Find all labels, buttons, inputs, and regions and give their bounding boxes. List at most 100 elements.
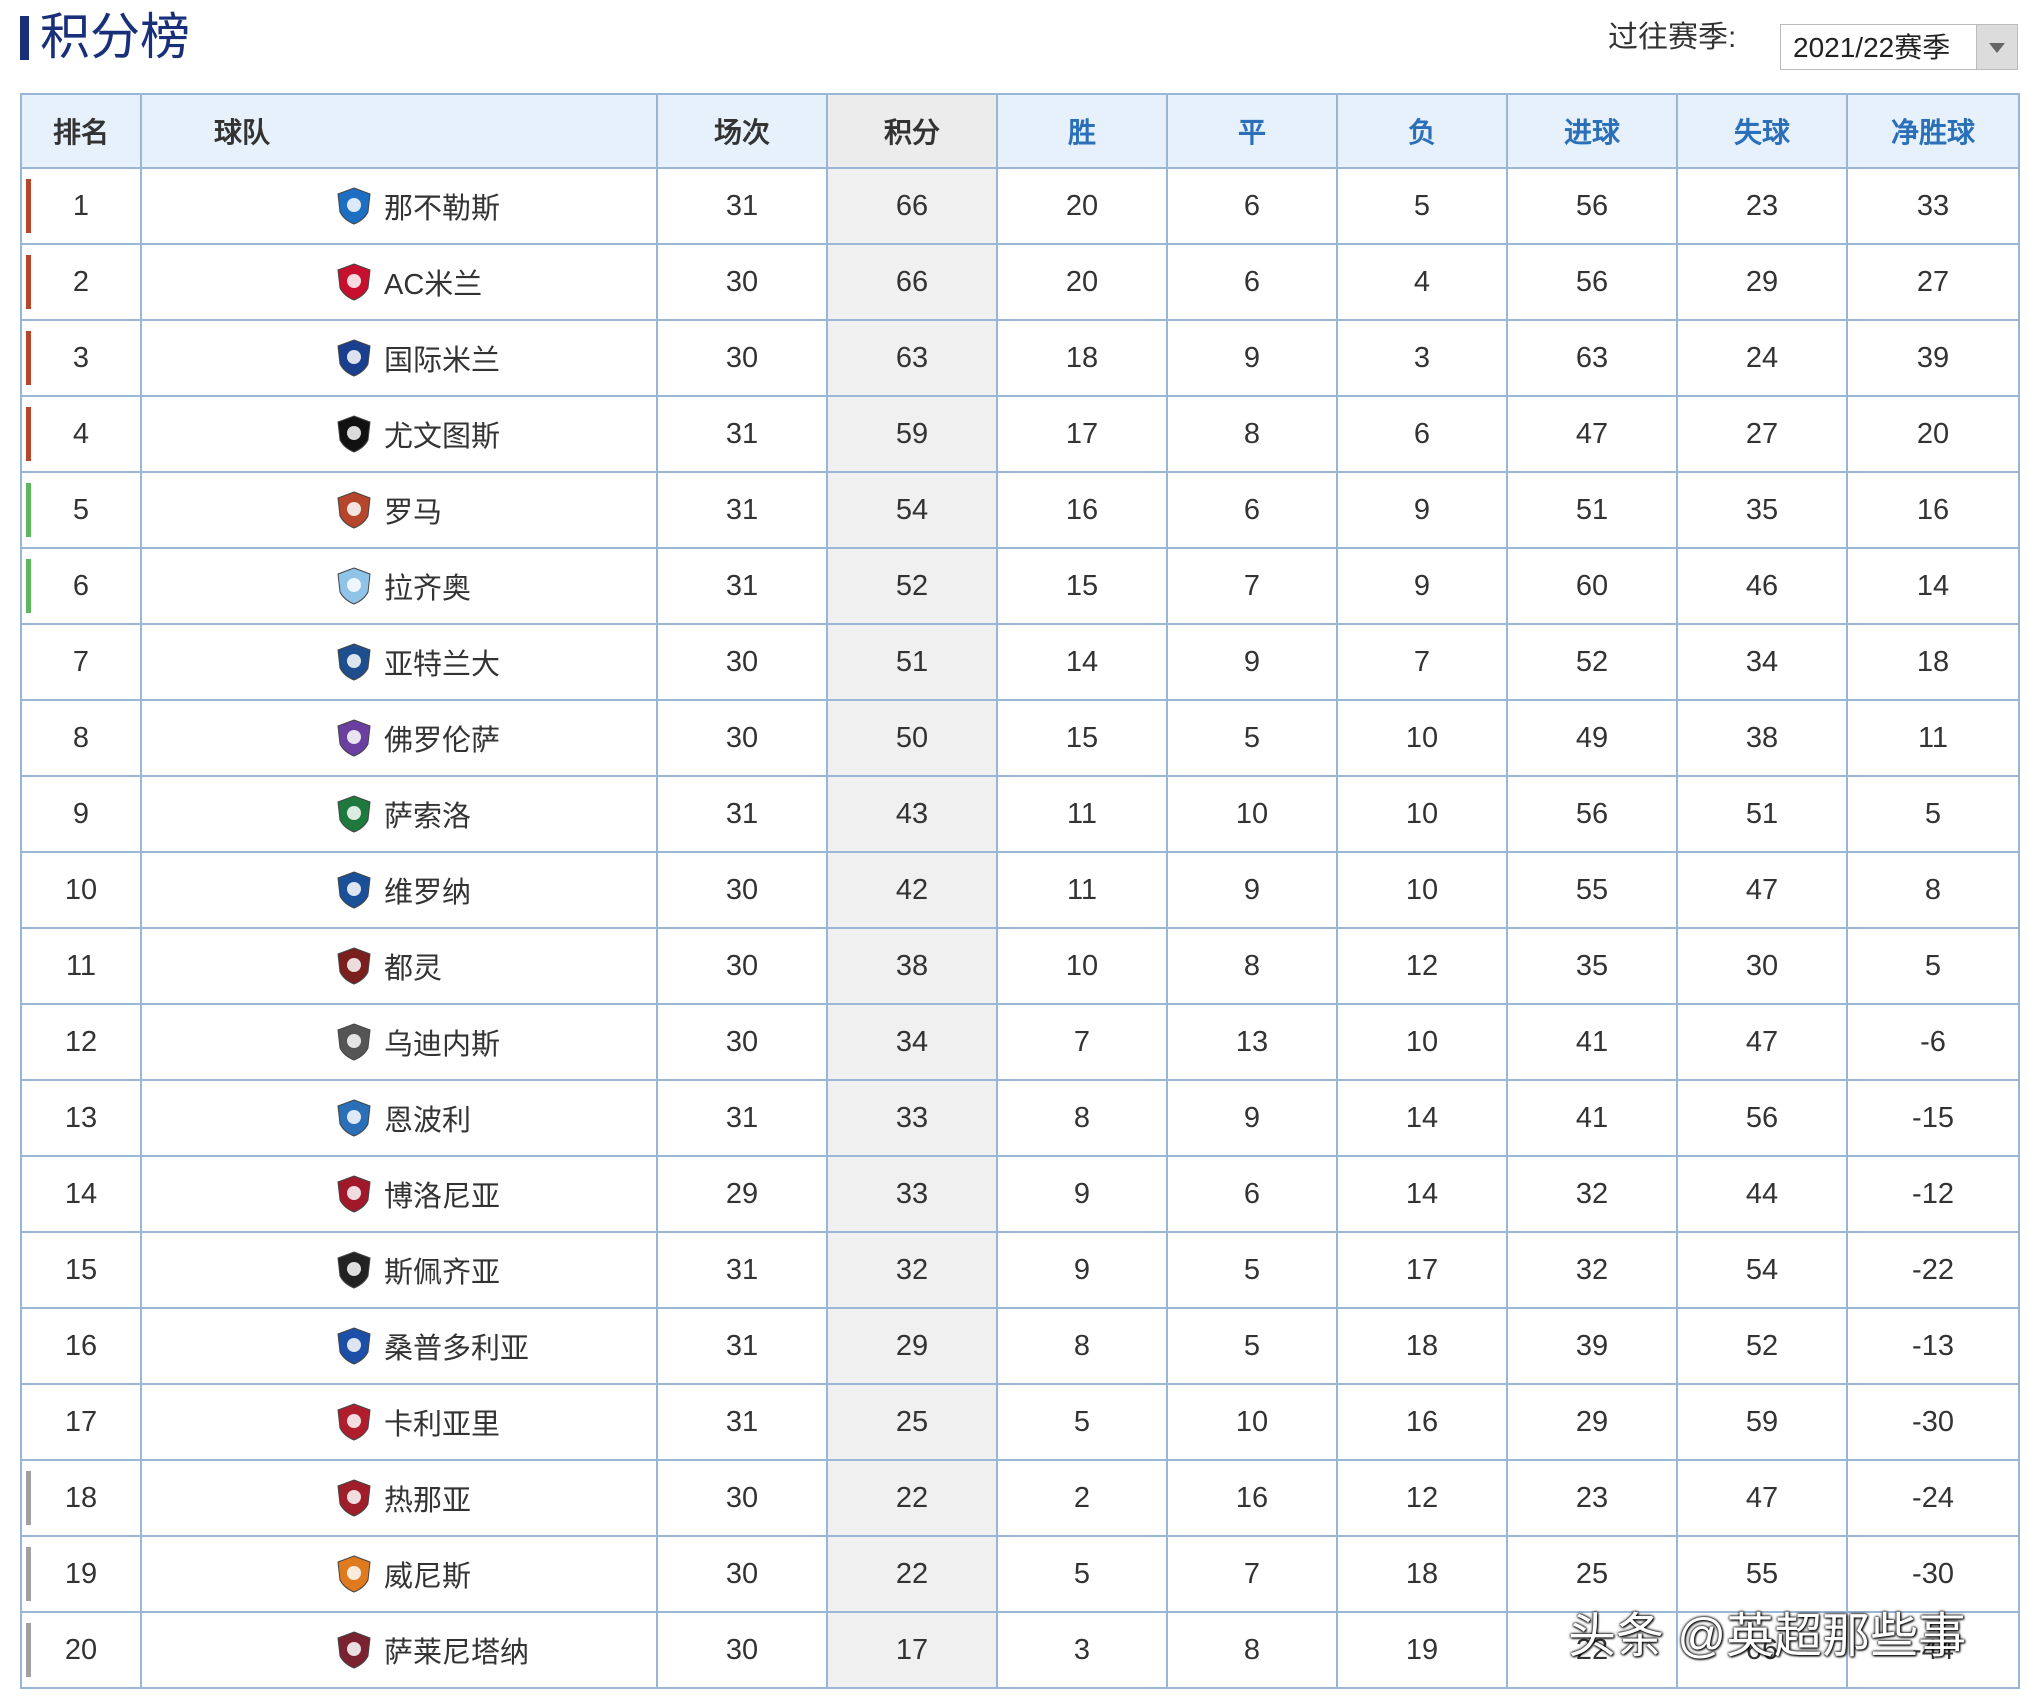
zone-marker — [26, 255, 31, 309]
header-goal-difference: 净胜球 — [1846, 93, 2020, 169]
header-points: 积分 — [826, 93, 998, 169]
team-entry[interactable]: 卡利亚里 — [142, 1401, 656, 1443]
points-cell: 66 — [826, 167, 998, 245]
team-cell: 桑普多利亚 — [140, 1307, 658, 1385]
header-goals-against: 失球 — [1676, 93, 1848, 169]
team-name: 威尼斯 — [384, 1561, 472, 1593]
team-entry[interactable]: 斯佩齐亚 — [142, 1249, 656, 1291]
team-entry[interactable]: 威尼斯 — [142, 1553, 656, 1595]
team-entry[interactable]: 萨莱尼塔纳 — [142, 1629, 656, 1671]
played-cell: 30 — [656, 1459, 828, 1537]
points-cell: 32 — [826, 1231, 998, 1309]
won-cell: 11 — [996, 851, 1168, 929]
team-cell: 亚特兰大 — [140, 623, 658, 701]
team-entry[interactable]: 维罗纳 — [142, 869, 656, 911]
lost-cell: 14 — [1336, 1155, 1508, 1233]
goals-against-cell: 47 — [1676, 851, 1848, 929]
goals-for-cell: 32 — [1506, 1155, 1678, 1233]
played-cell: 30 — [656, 851, 828, 929]
team-entry[interactable]: 萨索洛 — [142, 793, 656, 835]
won-cell: 3 — [996, 1611, 1168, 1689]
team-entry[interactable]: 博洛尼亚 — [142, 1173, 656, 1215]
rank-cell: 6 — [20, 547, 142, 625]
chevron-down-icon[interactable] — [1976, 25, 2017, 69]
played-cell: 29 — [656, 1155, 828, 1233]
lost-cell: 7 — [1336, 623, 1508, 701]
drawn-cell: 6 — [1166, 167, 1338, 245]
goals-against-cell: 51 — [1676, 775, 1848, 853]
points-cell: 17 — [826, 1611, 998, 1689]
season-select[interactable]: 2021/22赛季 — [1780, 24, 2018, 70]
won-cell: 20 — [996, 167, 1168, 245]
season-label: 过往赛季: — [1608, 21, 1737, 54]
team-entry[interactable]: 桑普多利亚 — [142, 1325, 656, 1367]
team-entry[interactable]: AC米兰 — [142, 261, 656, 303]
goals-against-cell: 54 — [1676, 1231, 1848, 1309]
juventus-logo-icon — [337, 415, 371, 453]
sassuolo-logo-icon — [337, 795, 371, 833]
rank-cell: 3 — [20, 319, 142, 397]
drawn-cell: 13 — [1166, 1003, 1338, 1081]
team-cell: 萨索洛 — [140, 775, 658, 853]
team-entry[interactable]: 罗马 — [142, 489, 656, 531]
rank-cell: 5 — [20, 471, 142, 549]
team-entry[interactable]: 乌迪内斯 — [142, 1021, 656, 1063]
rank-value: 8 — [72, 721, 90, 754]
drawn-cell: 16 — [1166, 1459, 1338, 1537]
lost-cell: 5 — [1336, 167, 1508, 245]
played-cell: 30 — [656, 1003, 828, 1081]
points-cell: 59 — [826, 395, 998, 473]
rank-cell: 12 — [20, 1003, 142, 1081]
drawn-cell: 5 — [1166, 1231, 1338, 1309]
lost-cell: 10 — [1336, 1003, 1508, 1081]
goals-for-cell: 55 — [1506, 851, 1678, 929]
won-cell: 9 — [996, 1155, 1168, 1233]
napoli-logo-icon — [337, 187, 371, 225]
rank-cell: 10 — [20, 851, 142, 929]
played-cell: 31 — [656, 1383, 828, 1461]
team-cell: 斯佩齐亚 — [140, 1231, 658, 1309]
goals-for-cell: 51 — [1506, 471, 1678, 549]
team-name: 博洛尼亚 — [384, 1181, 501, 1213]
points-cell: 42 — [826, 851, 998, 929]
goal-difference-cell: 18 — [1846, 623, 2020, 701]
goals-for-cell: 23 — [1506, 1459, 1678, 1537]
team-cell: 国际米兰 — [140, 319, 658, 397]
rank-cell: 11 — [20, 927, 142, 1005]
team-entry[interactable]: 那不勒斯 — [142, 185, 656, 227]
won-cell: 11 — [996, 775, 1168, 853]
team-entry[interactable]: 热那亚 — [142, 1477, 656, 1519]
drawn-cell: 7 — [1166, 1535, 1338, 1613]
team-cell: 威尼斯 — [140, 1535, 658, 1613]
lost-cell: 18 — [1336, 1535, 1508, 1613]
salernitana-logo-icon — [337, 1631, 371, 1669]
bologna-logo-icon — [337, 1175, 371, 1213]
lost-cell: 9 — [1336, 547, 1508, 625]
won-cell: 16 — [996, 471, 1168, 549]
team-entry[interactable]: 都灵 — [142, 945, 656, 987]
goal-difference-cell: 8 — [1846, 851, 2020, 929]
rank-cell: 16 — [20, 1307, 142, 1385]
goals-against-cell: 30 — [1676, 927, 1848, 1005]
points-cell: 38 — [826, 927, 998, 1005]
team-entry[interactable]: 恩波利 — [142, 1097, 656, 1139]
won-cell: 8 — [996, 1307, 1168, 1385]
played-cell: 30 — [656, 1535, 828, 1613]
team-name: AC米兰 — [384, 269, 483, 301]
team-entry[interactable]: 尤文图斯 — [142, 413, 656, 455]
won-cell: 15 — [996, 699, 1168, 777]
team-entry[interactable]: 拉齐奥 — [142, 565, 656, 607]
team-entry[interactable]: 亚特兰大 — [142, 641, 656, 683]
team-entry[interactable]: 国际米兰 — [142, 337, 656, 379]
points-cell: 50 — [826, 699, 998, 777]
team-cell: 维罗纳 — [140, 851, 658, 929]
points-cell: 33 — [826, 1079, 998, 1157]
rank-cell: 2 — [20, 243, 142, 321]
zone-marker — [26, 1471, 31, 1525]
played-cell: 30 — [656, 623, 828, 701]
drawn-cell: 10 — [1166, 1383, 1338, 1461]
team-entry[interactable]: 佛罗伦萨 — [142, 717, 656, 759]
header-rank: 排名 — [20, 93, 142, 169]
goals-for-cell: 60 — [1506, 547, 1678, 625]
goals-against-cell: 47 — [1676, 1459, 1848, 1537]
